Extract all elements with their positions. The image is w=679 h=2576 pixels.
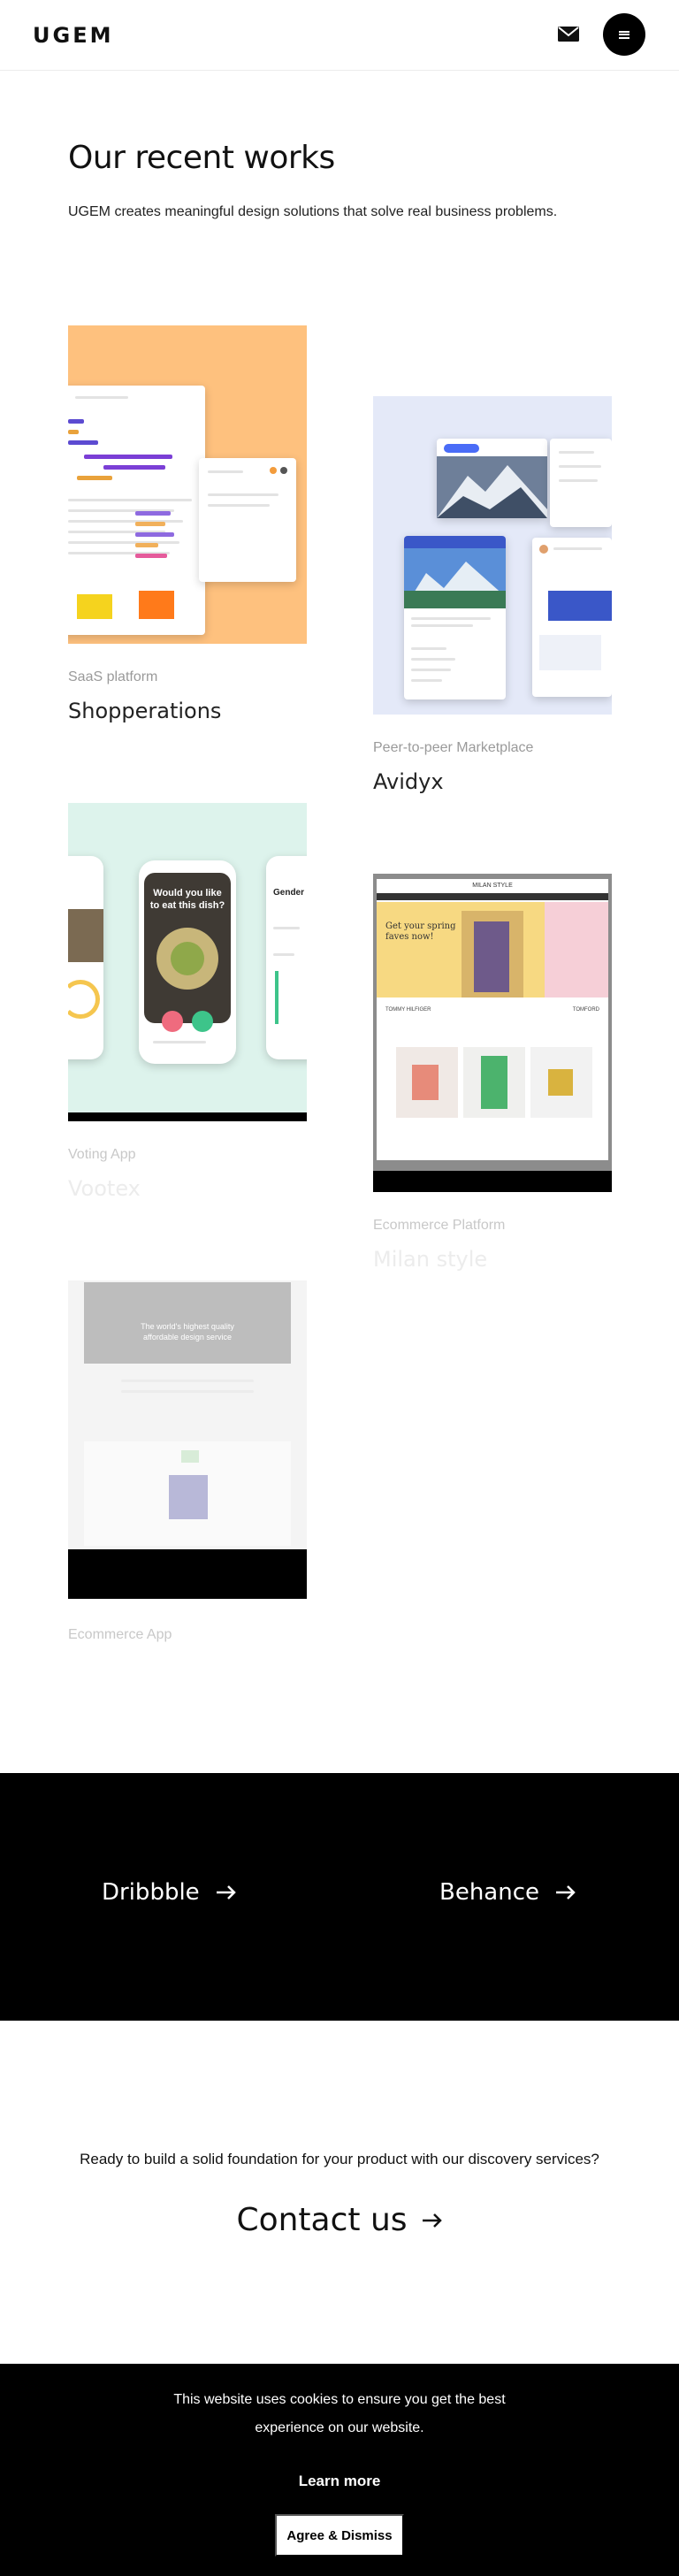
- right-phone-mockup: Gender: [266, 856, 307, 1059]
- mail-icon[interactable]: [558, 27, 579, 42]
- logo[interactable]: UGEM: [33, 23, 113, 48]
- project-category: Voting App: [68, 1147, 136, 1162]
- contact-us-label: Contact us: [236, 2202, 408, 2238]
- project-category: SaaS platform: [68, 669, 158, 684]
- store-brand-row: TOMMY HILFIGER TOMFORD: [385, 1007, 599, 1013]
- listing-detail-mockup: [404, 536, 506, 699]
- page-title: Our recent works: [68, 140, 335, 176]
- behance-label: Behance: [439, 1879, 540, 1906]
- project-thumbnail[interactable]: Would you like to eat this dish? Gender: [68, 803, 307, 1121]
- project-card-milan-style[interactable]: MILAN STYLE Get your spring faves now! T…: [373, 874, 612, 1280]
- panel-mockup: [199, 458, 296, 582]
- cookie-banner: This website uses cookies to ensure you …: [0, 2364, 679, 2576]
- social-links-band: Dribbble Behance: [0, 1773, 679, 2021]
- store-mockup: MILAN STYLE Get your spring faves now! T…: [377, 879, 608, 1160]
- project-thumbnail[interactable]: [373, 396, 612, 715]
- gender-label: Gender: [273, 888, 305, 898]
- site-header: UGEM: [0, 0, 679, 71]
- voting-question: Would you like to eat this dish?: [149, 888, 225, 911]
- dribbble-link[interactable]: Dribbble: [102, 1879, 237, 1906]
- contact-us-link[interactable]: Contact us: [0, 2202, 679, 2238]
- vote-yes-icon: [192, 1011, 213, 1032]
- project-name[interactable]: Milan style: [373, 1247, 487, 1272]
- project-name[interactable]: Shopperations: [68, 699, 221, 723]
- project-name[interactable]: Vootex: [68, 1176, 141, 1201]
- project-category: Ecommerce App: [68, 1627, 172, 1642]
- learn-more-link[interactable]: Learn more: [0, 2473, 679, 2490]
- project-card-shopperations[interactable]: SaaS platform Shopperations: [68, 325, 307, 732]
- thumbnail-footer: [68, 1549, 307, 1599]
- behance-link[interactable]: Behance: [439, 1879, 576, 1906]
- dribbble-label: Dribbble: [102, 1879, 200, 1906]
- cookie-message: This website uses cookies to ensure you …: [173, 2392, 506, 2435]
- phone-mockup: Would you like to eat this dish?: [139, 860, 236, 1064]
- menu-button[interactable]: [603, 13, 645, 56]
- info-mockup: [550, 439, 612, 527]
- agree-dismiss-button[interactable]: Agree & Dismiss: [275, 2514, 404, 2557]
- intro-description: UGEM creates meaningful design solutions…: [68, 204, 558, 219]
- thumbnail-footer: [68, 1112, 307, 1121]
- project-thumbnail[interactable]: The world's highest quality affordable d…: [68, 1280, 307, 1599]
- menu-icon: [619, 30, 629, 39]
- arrow-right-icon: [422, 2213, 442, 2228]
- project-category: Ecommerce Platform: [373, 1218, 506, 1233]
- thumbnail-footer: [373, 1171, 612, 1192]
- project-card-avidyx[interactable]: Peer-to-peer Marketplace Avidyx: [373, 396, 612, 803]
- arrow-right-icon: [556, 1885, 576, 1900]
- dashboard-mockup: [68, 386, 205, 635]
- project-card-ecommerce-app[interactable]: The world's highest quality affordable d…: [68, 1280, 307, 1652]
- store-headline: Get your spring faves now!: [385, 921, 456, 942]
- project-thumbnail[interactable]: MILAN STYLE Get your spring faves now! T…: [373, 874, 612, 1192]
- left-phone-mockup: [68, 856, 103, 1059]
- vote-no-icon: [162, 1011, 183, 1032]
- project-thumbnail[interactable]: [68, 325, 307, 644]
- chat-mockup: [532, 538, 612, 697]
- ecom-headline: The world's highest quality affordable d…: [141, 1322, 234, 1342]
- arrow-right-icon: [216, 1885, 236, 1900]
- listing-card-mockup: [437, 439, 547, 518]
- project-name[interactable]: Avidyx: [373, 769, 444, 794]
- project-card-vootex[interactable]: Would you like to eat this dish? Gender …: [68, 803, 307, 1210]
- store-brand: MILAN STYLE: [472, 883, 513, 889]
- product-mockup: [84, 1441, 291, 1546]
- project-category: Peer-to-peer Marketplace: [373, 740, 534, 755]
- contact-lead: Ready to build a solid foundation for yo…: [80, 2151, 599, 2167]
